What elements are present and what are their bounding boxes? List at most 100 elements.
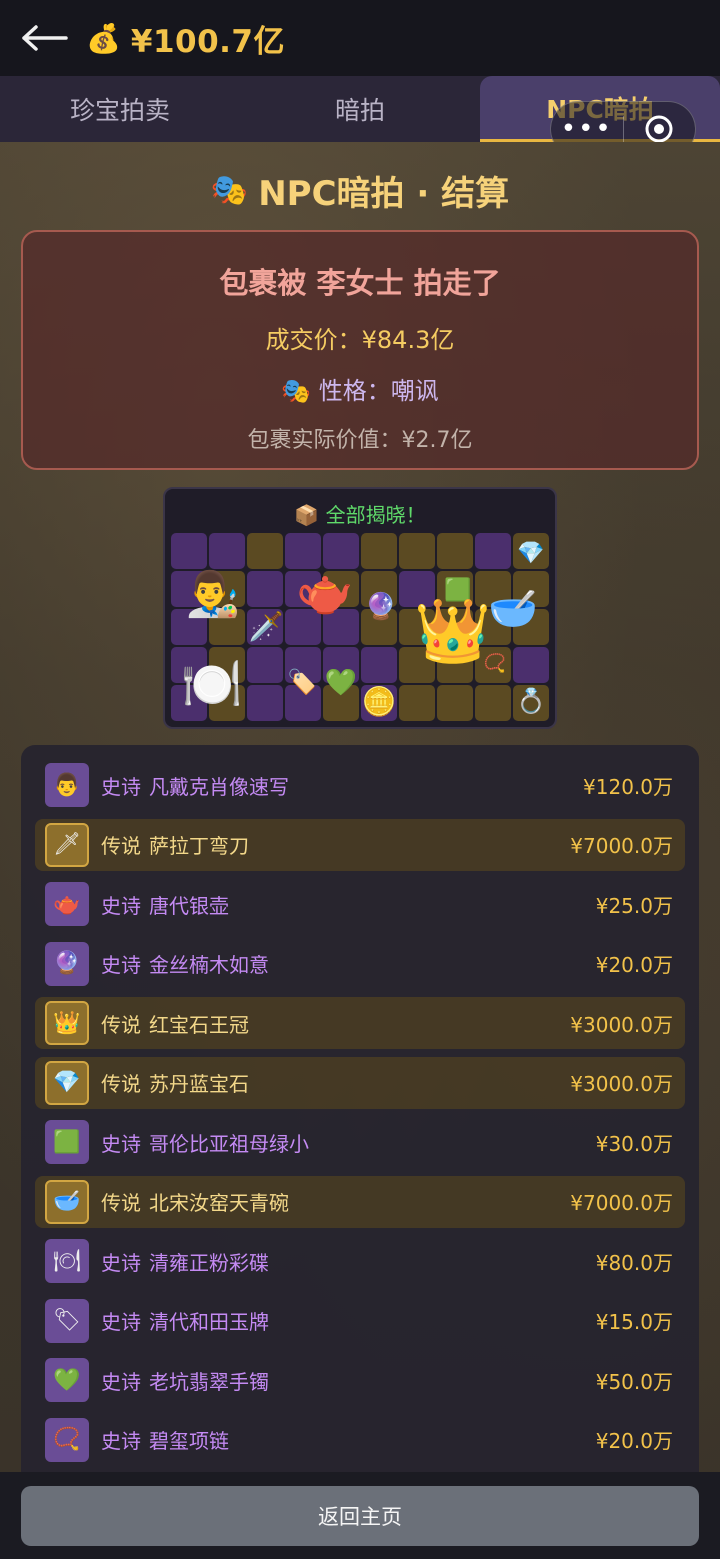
item-rarity: 史诗 xyxy=(101,1310,141,1334)
item-name: 清代和田玉牌 xyxy=(149,1310,269,1334)
return-home-button[interactable]: 返回主页 xyxy=(21,1486,699,1546)
item-thumbnail-icon: 🗡 xyxy=(45,822,89,867)
jade-bangle-icon: 💚 xyxy=(324,668,358,698)
grid-cell xyxy=(513,647,549,683)
sultan-sapphire-stand-icon: 💍 xyxy=(516,687,546,715)
item-thumbnail-icon: 🫖 xyxy=(45,882,89,926)
more-menu-icon[interactable]: ••• xyxy=(551,116,623,142)
list-item[interactable]: 🗡 传说 萨拉丁弯刀 ¥7000.0万 xyxy=(35,818,685,871)
famille-rose-plate-icon: 🍽️ xyxy=(180,654,244,713)
item-name: 碧玺项链 xyxy=(149,1429,229,1453)
item-value: ¥20.0万 xyxy=(595,953,673,977)
list-item[interactable]: 💎 传说 苏丹蓝宝石 ¥3000.0万 xyxy=(35,1056,685,1109)
list-item[interactable]: 🥣 传说 北宋汝窑天青碗 ¥7000.0万 xyxy=(35,1175,685,1228)
list-item[interactable]: 🫖 史诗 唐代银壶 ¥25.0万 xyxy=(35,878,685,930)
gold-coin-icon: 🪙 xyxy=(361,684,397,718)
list-item[interactable]: 🏷 史诗 清代和田玉牌 ¥15.0万 xyxy=(35,1295,685,1347)
back-arrow-icon[interactable] xyxy=(22,23,68,53)
item-value: ¥3000.0万 xyxy=(570,1072,673,1096)
bottom-bar: 返回主页 xyxy=(0,1472,720,1559)
parchment-background: 🎭 NPC暗拍 · 结算 包裹被 李女士 拍走了 成交价：¥84.3亿 🎭 性格… xyxy=(0,142,720,1472)
item-rarity: 传说 xyxy=(101,1012,141,1037)
item-name: 凡戴克肖像速写 xyxy=(149,774,289,799)
item-value: ¥30.0万 xyxy=(595,1131,673,1156)
item-thumbnail-icon: 📿 xyxy=(45,1417,89,1462)
list-item[interactable]: 🟩 史诗 哥伦比亚祖母绿小 ¥30.0万 xyxy=(35,1116,685,1168)
top-bar: 💰 ¥100.7亿 xyxy=(0,0,720,76)
item-thumbnail-icon: 💎 xyxy=(45,1060,89,1105)
grid-cell xyxy=(247,685,283,721)
item-value: ¥7000.0万 xyxy=(570,1191,673,1215)
item-rarity: 传说 xyxy=(101,834,141,858)
item-thumbnail-icon: 🟩 xyxy=(45,1120,89,1164)
item-rarity: 史诗 xyxy=(101,893,141,918)
item-thumbnail-icon: 👑 xyxy=(45,1001,89,1045)
silver-teapot-icon: 🫖 xyxy=(296,563,354,618)
item-thumbnail-icon: 👨 xyxy=(45,763,89,807)
item-thumbnail-icon: 🍽 xyxy=(45,1239,89,1283)
actual-value: 包裹实际价值：¥2.7亿 xyxy=(247,428,473,453)
grid-cell xyxy=(361,647,397,683)
item-rarity: 史诗 xyxy=(101,1131,141,1156)
list-item[interactable]: 💚 史诗 老坑翡翠手镯 ¥50.0万 xyxy=(35,1354,685,1406)
scimitar-icon: 🗡️ xyxy=(248,609,284,643)
reveal-text: 全部揭晓！ xyxy=(325,503,426,527)
item-name: 唐代银壶 xyxy=(149,893,229,918)
ruyi-scepter-icon: 🔮 xyxy=(364,592,398,622)
item-name: 萨拉丁弯刀 xyxy=(149,834,249,858)
item-name: 北宋汝窑天青碗 xyxy=(149,1191,289,1215)
jade-plaque-icon: 🏷️ xyxy=(287,668,317,696)
personality-text: 性格：嘲讽 xyxy=(318,377,439,405)
item-value: ¥7000.0万 xyxy=(570,834,673,858)
list-item[interactable]: 👑 传说 红宝石王冠 ¥3000.0万 xyxy=(35,997,685,1049)
item-name: 红宝石王冠 xyxy=(149,1012,249,1037)
item-value: ¥50.0万 xyxy=(595,1369,673,1394)
result-headline: 包裹被 李女士 拍走了 xyxy=(219,266,501,300)
reveal-banner: 📦 全部揭晓！ xyxy=(165,499,555,528)
item-rarity: 传说 xyxy=(101,1072,141,1096)
balance: ¥100.7亿 xyxy=(130,23,286,60)
item-thumbnail-icon: 💚 xyxy=(45,1358,89,1402)
result-card: 包裹被 李女士 拍走了 成交价：¥84.3亿 🎭 性格：嘲讽 包裹实际价值：¥2… xyxy=(21,230,699,470)
item-value: ¥80.0万 xyxy=(595,1250,673,1275)
item-thumbnail-icon: 🏷 xyxy=(45,1298,89,1343)
item-rarity: 史诗 xyxy=(101,1369,141,1394)
item-value: ¥20.0万 xyxy=(595,1429,673,1453)
sapphire-icon: 💎 xyxy=(517,540,545,566)
tourmaline-necklace-icon: 📿 xyxy=(483,652,507,674)
grid-cell xyxy=(361,533,397,569)
item-value: ¥25.0万 xyxy=(595,893,673,918)
grid-cell xyxy=(247,533,283,569)
item-name: 老坑翡翠手镯 xyxy=(149,1369,269,1394)
item-thumbnail-icon: 🔮 xyxy=(45,941,89,986)
item-list: 👨 史诗 凡戴克肖像速写 ¥120.0万 🗡 传说 萨拉丁弯刀 ¥7000.0万 🫖 史诗 唐代银壶… xyxy=(21,745,699,1472)
item-rarity: 史诗 xyxy=(101,953,141,977)
list-item[interactable]: 🍽 史诗 清雍正粉彩碟 ¥80.0万 xyxy=(35,1235,685,1287)
grid-cell xyxy=(399,685,435,721)
theater-mask-icon: 🎭 xyxy=(281,377,312,405)
package-grid-panel: 📦 全部揭晓！ 👨‍🎨 🫖 🔮 💎 🟩 🥣 👑 🗡️ 🍽️ 🏷️ 💚 📿 🪙 💍 xyxy=(163,487,557,729)
item-name: 清雍正粉彩碟 xyxy=(149,1250,269,1275)
grid-cell xyxy=(437,685,473,721)
item-name: 金丝楠木如意 xyxy=(149,953,269,977)
list-item[interactable]: 📿 史诗 碧玺项链 ¥20.0万 xyxy=(35,1414,685,1466)
item-value: ¥120.0万 xyxy=(583,774,673,799)
list-item[interactable]: 👨 史诗 凡戴克肖像速写 ¥120.0万 xyxy=(35,759,685,811)
item-name: 哥伦比亚祖母绿小 xyxy=(149,1131,309,1156)
tab-treasure-auction[interactable]: 珍宝拍卖 xyxy=(0,76,240,142)
page-title-text: NPC暗拍 · 结算 xyxy=(258,174,510,214)
money-bag-icon: 💰 xyxy=(86,21,121,55)
item-rarity: 史诗 xyxy=(101,1429,141,1453)
grid-cell xyxy=(247,571,283,607)
tab-blind-auction[interactable]: 暗拍 xyxy=(240,76,480,142)
item-value: ¥3000.0万 xyxy=(570,1012,673,1037)
grid-cell xyxy=(475,685,511,721)
package-box-icon: 📦 xyxy=(294,503,320,527)
list-item[interactable]: 🔮 史诗 金丝楠木如意 ¥20.0万 xyxy=(35,938,685,990)
portrait-sketch-icon: 👨‍🎨 xyxy=(185,569,241,620)
item-rarity: 史诗 xyxy=(101,774,141,799)
item-thumbnail-icon: 🥣 xyxy=(45,1179,89,1224)
item-rarity: 传说 xyxy=(101,1191,141,1215)
close-target-icon[interactable] xyxy=(624,113,696,145)
item-rarity: 史诗 xyxy=(101,1250,141,1275)
